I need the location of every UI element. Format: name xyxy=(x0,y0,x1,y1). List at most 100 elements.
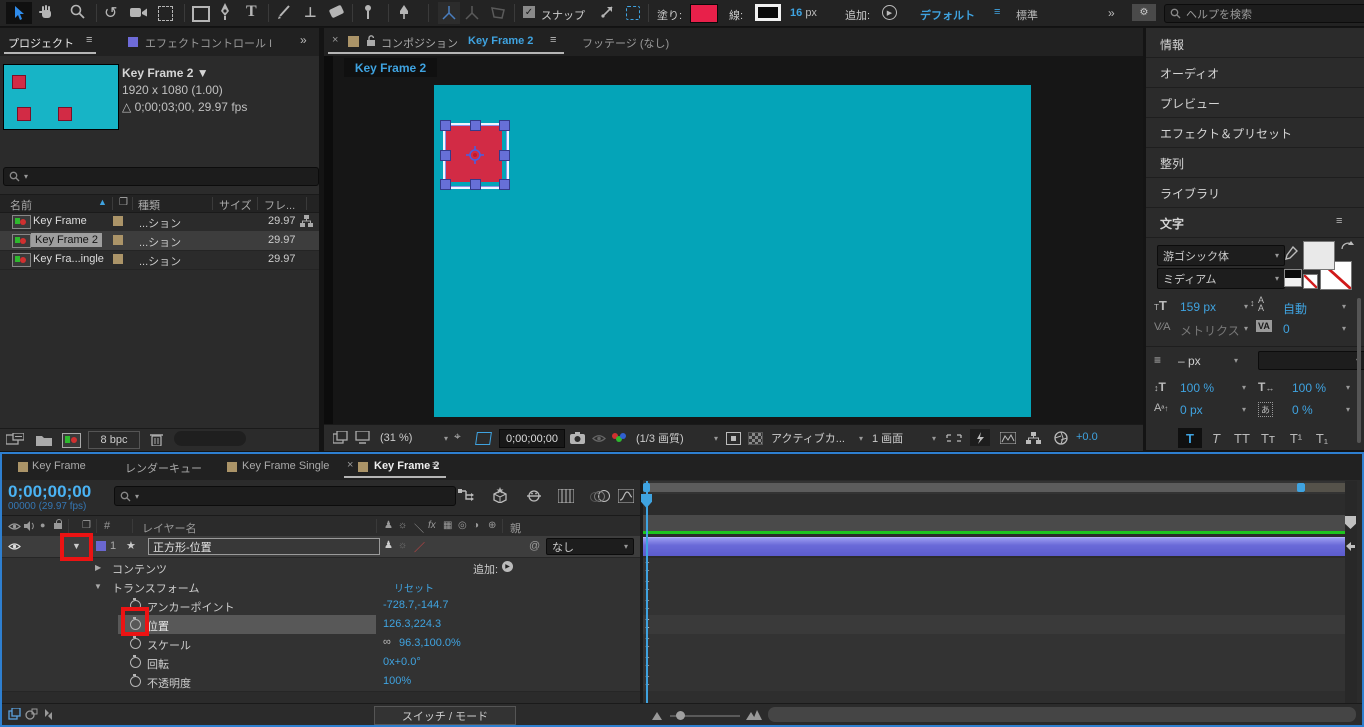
col-name[interactable]: 名前 xyxy=(10,197,32,213)
contents-add-button[interactable]: ▶ xyxy=(502,561,513,572)
project-tab-overflow[interactable]: » xyxy=(300,33,307,47)
stroke-unit-caret-icon[interactable]: ▾ xyxy=(1234,356,1238,365)
time-ruler[interactable] xyxy=(643,494,1345,516)
snap-label[interactable]: スナップ xyxy=(541,7,585,23)
faux-italic-button[interactable]: T xyxy=(1204,428,1228,448)
axis-world-tool[interactable] xyxy=(464,5,480,24)
anchor-value[interactable]: -728.7,-144.7 xyxy=(383,599,448,611)
scale-stopwatch-icon[interactable] xyxy=(130,636,141,649)
viewer-tab-close-icon[interactable]: × xyxy=(332,34,338,46)
eyedropper-icon[interactable] xyxy=(1284,246,1298,262)
camera-view-dropdown[interactable]: アクティブカ... ▾ xyxy=(771,430,863,446)
brush-tool[interactable] xyxy=(276,4,292,23)
col-frames[interactable]: フレ... xyxy=(264,197,295,213)
rotation-stopwatch-icon[interactable] xyxy=(130,655,141,668)
view-layout-dropdown[interactable]: 1 画面 ▾ xyxy=(872,430,936,446)
label-swatch[interactable] xyxy=(113,216,123,226)
leading-value[interactable]: 自動 xyxy=(1283,300,1307,317)
snapshot-camera-icon[interactable] xyxy=(570,432,585,444)
panel-tab-info[interactable]: 情報 xyxy=(1146,28,1364,58)
frame-blending-icon[interactable] xyxy=(558,489,574,503)
anchor-point-icon[interactable] xyxy=(465,145,485,165)
help-search-box[interactable]: ヘルプを検索 xyxy=(1164,4,1364,23)
expand-layer-switches-icon[interactable] xyxy=(8,708,21,721)
composition-mini-flowchart-icon[interactable] xyxy=(458,488,475,503)
selected-layer-bounding-box[interactable] xyxy=(440,120,510,190)
font-size-value[interactable]: 159 px xyxy=(1180,300,1216,314)
layer-name-box[interactable]: 正方形-位置 xyxy=(148,538,380,555)
selection-handle-e[interactable] xyxy=(499,150,510,161)
switches-modes-button[interactable]: スイッチ / モード xyxy=(374,706,516,725)
anchor-label[interactable]: アンカーポイント xyxy=(147,599,235,615)
stroke-style-dropdown[interactable]: ▾ xyxy=(1258,351,1364,370)
transform-label[interactable]: トランスフォーム xyxy=(112,580,199,596)
scale-label[interactable]: スケール xyxy=(147,637,191,653)
timeline-timecode[interactable]: 0;00;00;00 xyxy=(8,482,91,502)
superscript-button[interactable]: T¹ xyxy=(1284,428,1308,448)
transform-reset-link[interactable]: リセット xyxy=(394,580,434,595)
add-label[interactable]: 追加: xyxy=(845,7,870,23)
position-value[interactable]: 126.3,224.3 xyxy=(383,618,441,630)
faux-bold-button[interactable]: T xyxy=(1178,428,1202,448)
exposure-value[interactable]: +0.0 xyxy=(1076,431,1098,443)
panel-tab-libraries[interactable]: ライブラリ xyxy=(1146,177,1364,208)
panel-tab-effects-presets[interactable]: エフェクト＆プリセット xyxy=(1146,117,1364,148)
scale-row[interactable]: スケール ∞ 96.3,100.0% xyxy=(2,634,640,654)
panel-tab-preview[interactable]: プレビュー xyxy=(1146,87,1364,118)
new-folder-icon[interactable] xyxy=(36,434,52,446)
contents-expand-triangle[interactable]: ▶ xyxy=(95,563,101,572)
axis-local-tool[interactable] xyxy=(438,2,460,24)
anchor-point-row[interactable]: アンカーポイント -728.7,-144.7 xyxy=(2,596,640,616)
tracking-caret-icon[interactable]: ▾ xyxy=(1342,324,1346,333)
add-arrow-button[interactable]: ▶ xyxy=(882,5,897,20)
tab-effect-controls[interactable]: エフェクトコントロール I xyxy=(145,35,272,51)
stroke-label[interactable]: 線: xyxy=(729,7,743,23)
exposure-shutter-icon[interactable] xyxy=(1054,431,1068,445)
project-row[interactable]: Key Fra...ingle ...ション 29.97 xyxy=(0,250,319,270)
trash-icon[interactable] xyxy=(150,432,163,446)
expand-transfer-controls-icon[interactable] xyxy=(25,708,38,721)
work-area-bar[interactable] xyxy=(645,483,1298,492)
workspace-settings-button[interactable]: ⚙ xyxy=(1132,4,1156,21)
contents-row[interactable]: ▶ コンテンツ 追加: ▶ xyxy=(2,558,640,578)
timeline-tab-close-icon[interactable]: × xyxy=(347,459,353,471)
baseline-shift-caret-icon[interactable]: ▾ xyxy=(1242,405,1246,414)
shy-layers-icon[interactable] xyxy=(526,489,542,503)
viewer-tab-comp-name[interactable]: Key Frame 2 xyxy=(468,35,533,47)
swap-fill-stroke-icon[interactable] xyxy=(1340,240,1354,252)
histogram-icon[interactable] xyxy=(1000,432,1016,444)
timeline-tab-renderqueue[interactable]: レンダーキュー xyxy=(125,460,202,476)
workspace-standard[interactable]: 標準 xyxy=(1016,7,1038,23)
pen-tool[interactable] xyxy=(219,3,231,24)
parent-dropdown[interactable]: なし ▾ xyxy=(546,538,634,555)
viewer-panel-menu-icon[interactable]: ≡ xyxy=(550,34,556,46)
unlock-icon[interactable] xyxy=(366,35,376,47)
parent-column-label[interactable]: 親 xyxy=(510,520,521,536)
timeline-tab-keyframesingle[interactable]: Key Frame Single xyxy=(242,460,329,472)
mask-feather-icon[interactable] xyxy=(626,6,640,20)
label-swatch[interactable] xyxy=(113,254,123,264)
parent-pickwhip-icon[interactable]: @ xyxy=(529,540,540,552)
draft-3d-icon[interactable] xyxy=(492,487,509,503)
project-row-selected[interactable]: Key Frame 2 ...ション 29.97 xyxy=(0,231,319,251)
fill-swatch[interactable] xyxy=(1303,241,1335,270)
stroke-over-fill-icon[interactable] xyxy=(1284,269,1302,287)
scale-value[interactable]: 96.3,100.0% xyxy=(399,637,461,649)
fill-label[interactable]: 塗り: xyxy=(657,7,682,23)
region-of-interest-icon[interactable] xyxy=(475,432,492,445)
primary-viewer-icon[interactable] xyxy=(355,431,370,444)
kerning-value[interactable]: メトリクス xyxy=(1180,322,1240,339)
selection-handle-n[interactable] xyxy=(470,120,481,131)
small-caps-button[interactable]: Tᴛ xyxy=(1256,428,1280,448)
tsume-caret-icon[interactable]: ▾ xyxy=(1346,405,1350,414)
workspace-default[interactable]: デフォルト xyxy=(920,7,975,23)
tsume-value[interactable]: 0 % xyxy=(1292,403,1313,417)
sort-ascending-icon[interactable]: ▲ xyxy=(98,197,107,207)
rotation-row[interactable]: 回転 0x+0.0° xyxy=(2,653,640,673)
rotation-value[interactable]: 0x+0.0° xyxy=(383,656,421,668)
layer-quality-switch[interactable]: ／ xyxy=(414,539,425,555)
text-tool[interactable]: T xyxy=(246,3,257,21)
layer-visibility-eye-icon[interactable] xyxy=(8,542,21,551)
no-color-swatch[interactable] xyxy=(1303,274,1318,289)
selection-handle-sw[interactable] xyxy=(440,179,451,190)
